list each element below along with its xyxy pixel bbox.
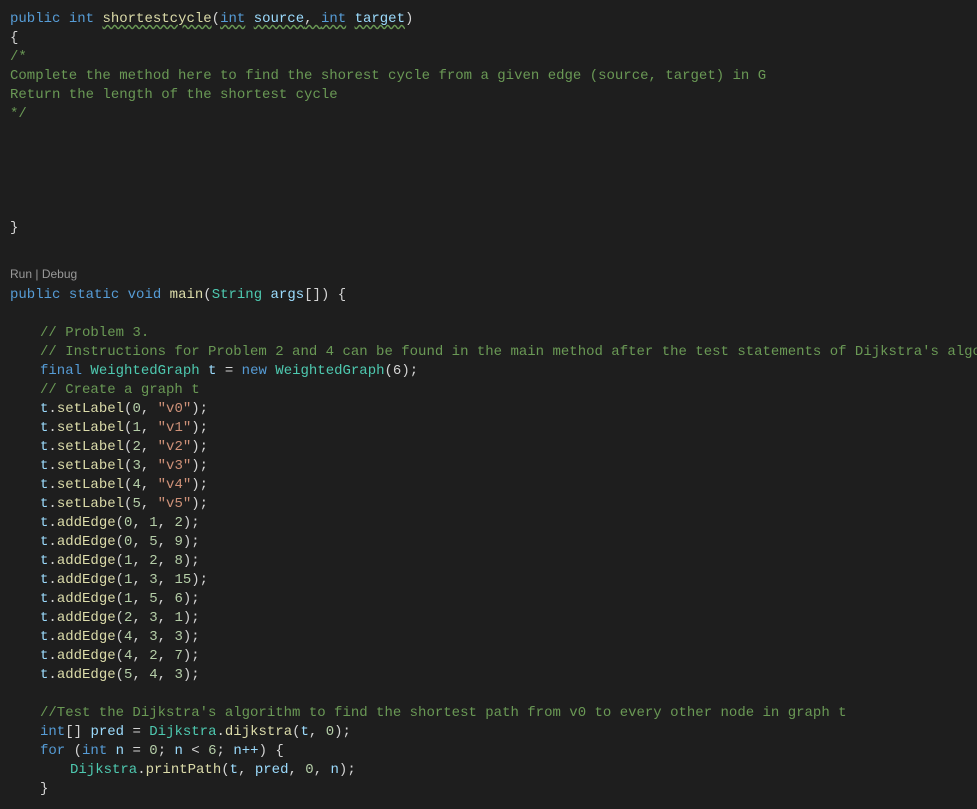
kw-public: public <box>10 11 60 27</box>
code-line <box>10 162 967 181</box>
code-line: */ <box>10 105 967 124</box>
code-line <box>10 181 967 200</box>
code-line <box>10 200 967 219</box>
codelens-debug[interactable]: Debug <box>42 267 77 281</box>
code-line: t.setLabel(3, "v3"); <box>10 457 967 476</box>
code-line: Dijkstra.printPath(t, pred, 0, n); <box>10 761 967 780</box>
code-line <box>10 305 967 324</box>
code-line: t.addEdge(0, 1, 2); <box>10 514 967 533</box>
code-line <box>10 238 967 257</box>
code-line: t.addEdge(1, 3, 15); <box>10 571 967 590</box>
code-line: t.setLabel(2, "v2"); <box>10 438 967 457</box>
code-line: for (int n = 0; n < 6; n++) { <box>10 742 967 761</box>
code-line: // Instructions for Problem 2 and 4 can … <box>10 343 967 362</box>
code-line: t.addEdge(1, 2, 8); <box>10 552 967 571</box>
method-name: shortestcycle <box>102 11 211 27</box>
code-line: // Create a graph t <box>10 381 967 400</box>
code-line: t.addEdge(0, 5, 9); <box>10 533 967 552</box>
code-line: t.addEdge(4, 3, 3); <box>10 628 967 647</box>
code-line: t.addEdge(5, 4, 3); <box>10 666 967 685</box>
code-line <box>10 685 967 704</box>
code-line: t.setLabel(4, "v4"); <box>10 476 967 495</box>
code-line: t.addEdge(4, 2, 7); <box>10 647 967 666</box>
code-line: t.setLabel(0, "v0"); <box>10 400 967 419</box>
kw-int: int <box>69 11 94 27</box>
code-line: { <box>10 29 967 48</box>
code-line: t.setLabel(1, "v1"); <box>10 419 967 438</box>
code-line: public int shortestcycle(int source, int… <box>10 10 967 29</box>
code-line: public static void main(String args[]) { <box>10 286 967 305</box>
code-line: int[] pred = Dijkstra.dijkstra(t, 0); <box>10 723 967 742</box>
codelens-run[interactable]: Run <box>10 267 32 281</box>
code-line <box>10 124 967 143</box>
code-line: t.addEdge(2, 3, 1); <box>10 609 967 628</box>
code-line: } <box>10 219 967 238</box>
codelens: Run | Debug <box>10 257 967 286</box>
code-line: t.addEdge(1, 5, 6); <box>10 590 967 609</box>
code-line <box>10 143 967 162</box>
code-line: //Test the Dijkstra's algorithm to find … <box>10 704 967 723</box>
code-line: t.setLabel(5, "v5"); <box>10 495 967 514</box>
code-editor[interactable]: public int shortestcycle(int source, int… <box>0 0 977 809</box>
code-line: Return the length of the shortest cycle <box>10 86 967 105</box>
code-line: /* <box>10 48 967 67</box>
code-line: // Problem 3. <box>10 324 967 343</box>
code-line: Complete the method here to find the sho… <box>10 67 967 86</box>
code-line: } <box>10 780 967 799</box>
code-line: final WeightedGraph t = new WeightedGrap… <box>10 362 967 381</box>
